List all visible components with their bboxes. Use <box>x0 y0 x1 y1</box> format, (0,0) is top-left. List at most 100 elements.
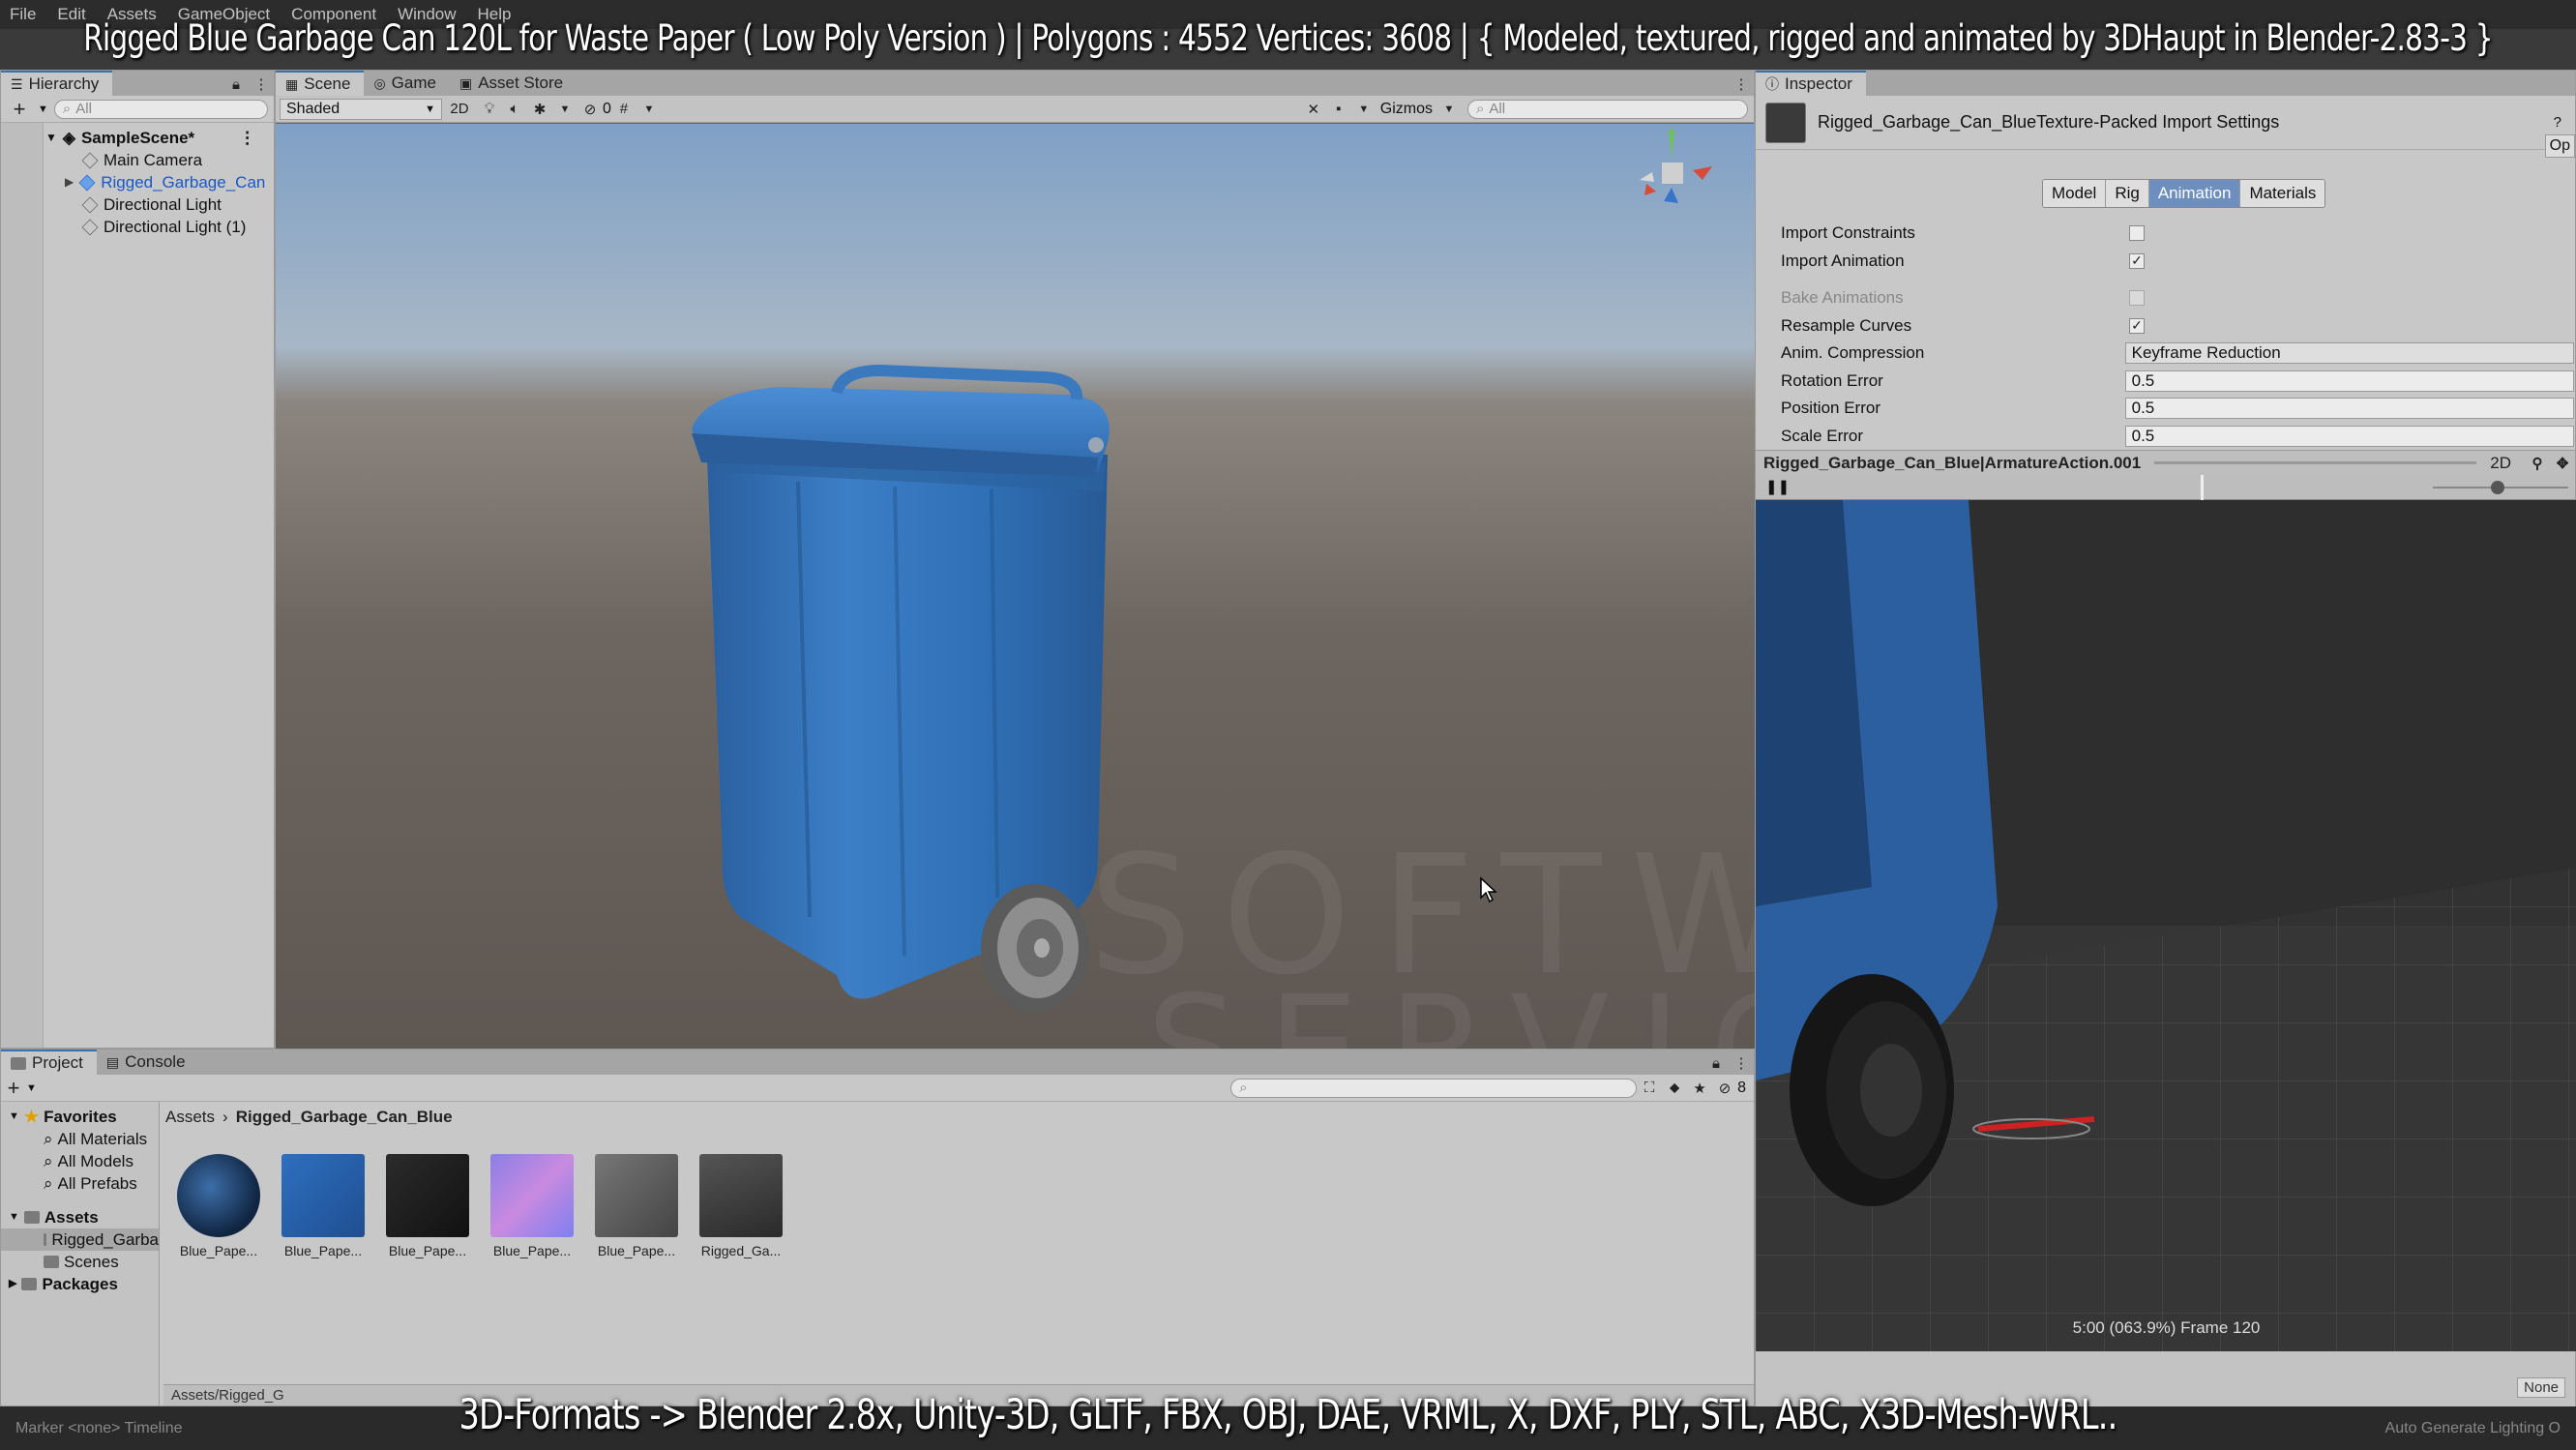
expand-arrow-icon[interactable]: ▼ <box>9 1206 19 1228</box>
tab-animation[interactable]: Animation <box>2148 180 2241 207</box>
tab-game[interactable]: ◎ Game <box>364 71 450 96</box>
hierarchy-item-label: Directional Light (1) <box>104 218 247 236</box>
filter-type-icon[interactable]: ⛶ <box>1637 1077 1662 1100</box>
hierarchy-search-input[interactable]: ⌕ All <box>53 99 268 119</box>
tab-rig[interactable]: Rig <box>2106 180 2149 207</box>
preview-avatar-dropdown[interactable]: None <box>2517 1377 2565 1398</box>
expand-arrow-icon[interactable]: ▶ <box>9 1273 16 1295</box>
breadcrumb-root[interactable]: Assets <box>165 1108 215 1127</box>
tab-console[interactable]: ▤ Console <box>97 1050 199 1075</box>
import-animation-checkbox[interactable]: ✓ <box>2129 252 2145 269</box>
asset-item[interactable]: Blue_Pape... <box>281 1154 365 1258</box>
favorite-all-models[interactable]: ⌕ All Models <box>1 1150 159 1172</box>
hierarchy-item-garbage-can[interactable]: ▶ Rigged_Garbage_Can <box>65 171 265 193</box>
tab-project[interactable]: Project <box>1 1050 97 1075</box>
asset-item[interactable]: Blue_Pape... <box>490 1154 574 1258</box>
chevron-down-icon[interactable]: ▼ <box>1351 98 1377 121</box>
expand-arrow-icon[interactable]: ▼ <box>9 1106 19 1128</box>
orientation-gizmo[interactable] <box>1625 124 1722 230</box>
effects-icon[interactable]: ✱ <box>527 98 552 121</box>
search-icon: ⌕ <box>1239 1080 1248 1096</box>
hidden-packages-icon[interactable]: ⊘ <box>1712 1077 1737 1100</box>
chevron-down-icon[interactable]: ▼ <box>26 1082 37 1094</box>
scene-search-input[interactable]: ⌕ All <box>1467 99 1748 119</box>
pause-icon[interactable]: ❚❚ <box>1765 478 1790 495</box>
scene-root-row[interactable]: ▼ ◈ SampleScene* ⋮ <box>45 127 265 149</box>
hierarchy-item-directional-light-1[interactable]: Directional Light (1) <box>81 216 265 238</box>
tab-scene[interactable]: ▦ Scene <box>276 71 365 96</box>
menu-component[interactable]: Component <box>291 5 376 24</box>
assets-row[interactable]: ▼ Assets <box>1 1206 159 1228</box>
preview-2d-button[interactable]: 2D <box>2490 454 2511 473</box>
tab-asset-store[interactable]: ▣ Asset Store <box>450 71 577 96</box>
clip-timeline[interactable] <box>2154 461 2477 464</box>
camera-icon[interactable]: ▪ <box>1326 98 1351 121</box>
add-icon[interactable]: + <box>1 1076 26 1100</box>
tab-model[interactable]: Model <box>2043 180 2107 207</box>
menu-window[interactable]: Window <box>398 5 456 24</box>
lock-icon[interactable]: 🔒︎ <box>1703 1051 1729 1075</box>
breadcrumb-current[interactable]: Rigged_Garbage_Can_Blue <box>236 1108 453 1127</box>
position-error-field[interactable]: 0.5 <box>2124 398 2574 420</box>
hierarchy-item-directional-light[interactable]: Directional Light <box>81 193 265 216</box>
scene-viewport[interactable]: SOFTWARE SERVICE <box>276 124 1756 1050</box>
more-icon[interactable]: ⋮ <box>1729 1051 1754 1075</box>
import-constraints-checkbox[interactable] <box>2129 225 2145 242</box>
bake-animations-checkbox[interactable] <box>2129 290 2145 307</box>
packages-row[interactable]: ▶ Packages <box>1 1273 159 1295</box>
avatar-icon[interactable]: ⚲ <box>2525 452 2550 475</box>
model-thumb <box>699 1154 783 1237</box>
rotation-error-field[interactable]: 0.5 <box>2124 370 2574 392</box>
anim-compression-dropdown[interactable]: Keyframe Reduction <box>2124 342 2574 365</box>
expand-arrow-icon[interactable]: ▶ <box>65 171 74 193</box>
more-icon[interactable]: ⋮ <box>249 73 274 96</box>
chevron-down-icon[interactable]: ▼ <box>552 98 577 121</box>
gizmos-dropdown[interactable]: Gizmos <box>1380 101 1433 118</box>
asset-item[interactable]: Blue_Pape... <box>595 1154 678 1258</box>
favorite-star-icon[interactable]: ★ <box>1687 1077 1712 1100</box>
animation-preview-viewport[interactable]: 5:00 (063.9%) Frame 120 <box>1756 500 2576 1351</box>
more-icon[interactable]: ⋮ <box>1729 73 1754 96</box>
hidden-objects-icon[interactable]: ⊘ <box>577 98 603 121</box>
menu-file[interactable]: File <box>10 5 36 24</box>
resample-curves-checkbox[interactable]: ✓ <box>2129 317 2145 334</box>
expand-arrow-icon[interactable]: ▼ <box>45 127 57 149</box>
tab-inspector[interactable]: ⓘ Inspector <box>1756 71 1866 96</box>
tools-icon[interactable]: ✕ <box>1301 98 1326 121</box>
grid-toggle-icon[interactable]: # <box>611 98 637 121</box>
pivot-icon[interactable]: ✥ <box>2550 452 2575 475</box>
toggle-2d-button[interactable]: 2D <box>442 98 477 121</box>
chevron-down-icon[interactable]: ▼ <box>1436 98 1462 121</box>
help-icon[interactable]: ? <box>2554 114 2561 131</box>
garbage-can-model[interactable] <box>276 124 1756 1050</box>
speed-slider-thumb[interactable] <box>2491 481 2504 494</box>
chevron-down-icon[interactable]: ▼ <box>38 104 48 115</box>
shading-mode-dropdown[interactable]: Shaded ▼ <box>280 98 442 120</box>
scene-more-icon[interactable]: ⋮ <box>239 127 255 149</box>
tab-hierarchy[interactable]: ☰ Hierarchy <box>1 71 113 96</box>
playhead[interactable] <box>2201 475 2204 500</box>
favorite-all-prefabs[interactable]: ⌕ All Prefabs <box>1 1172 159 1195</box>
scale-error-field[interactable]: 0.5 <box>2124 425 2574 447</box>
hierarchy-item-main-camera[interactable]: Main Camera <box>81 149 265 171</box>
asset-item[interactable]: Rigged_Ga... <box>699 1154 783 1258</box>
favorites-row[interactable]: ▼ ★ Favorites <box>1 1106 159 1128</box>
chevron-down-icon[interactable]: ▼ <box>637 98 662 121</box>
add-icon[interactable]: + <box>7 97 32 121</box>
project-search-input[interactable]: ⌕ <box>1230 1078 1638 1098</box>
menu-assets[interactable]: Assets <box>107 5 157 24</box>
asset-item[interactable]: Blue_Pape... <box>386 1154 469 1258</box>
menu-help[interactable]: Help <box>478 5 512 24</box>
lock-icon[interactable]: 🔒︎ <box>223 73 249 96</box>
favorite-all-materials[interactable]: ⌕ All Materials <box>1 1128 159 1150</box>
menu-gameobject[interactable]: GameObject <box>178 5 270 24</box>
folder-scenes[interactable]: Scenes <box>1 1251 159 1273</box>
lighting-icon[interactable]: 💡︎ <box>477 98 502 121</box>
audio-icon[interactable]: 🔈︎ <box>502 98 527 121</box>
open-button[interactable]: Op <box>2544 134 2575 158</box>
menu-edit[interactable]: Edit <box>57 5 85 24</box>
tab-materials[interactable]: Materials <box>2240 180 2325 207</box>
asset-item[interactable]: Blue_Pape... <box>177 1154 260 1258</box>
folder-rigged-garbage[interactable]: Rigged_Garba <box>1 1228 159 1251</box>
filter-label-icon[interactable]: ⬥ <box>1662 1077 1687 1100</box>
